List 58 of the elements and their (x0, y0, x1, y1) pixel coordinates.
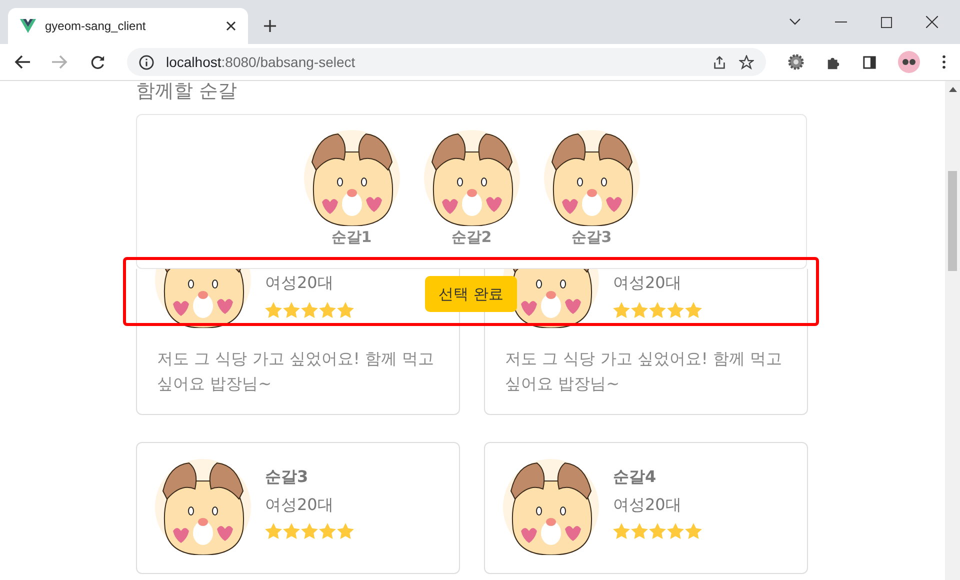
age-group-text: 여성20대 (613, 273, 682, 293)
comment-text: 저도 그 식당 가고 싶었어요! 함께 먹고 싶어요 밥장님~ (157, 348, 435, 395)
chevron-down-icon[interactable] (789, 18, 801, 26)
star-icon (301, 302, 318, 318)
url-text: localhost:8080/babsang-select (166, 54, 356, 70)
section-title: 함께할 순갈 (136, 81, 238, 104)
star-icon (319, 302, 336, 318)
star-icon (649, 523, 666, 539)
star-icon (631, 523, 648, 539)
star-icon (265, 523, 282, 539)
browser-tab[interactable]: gyeom-sang_client (8, 8, 248, 44)
gear-icon[interactable] (788, 54, 804, 70)
close-icon[interactable] (226, 21, 236, 31)
minimize-icon[interactable] (835, 21, 847, 23)
share-icon[interactable] (712, 54, 727, 70)
profile-avatar-icon[interactable] (898, 51, 920, 73)
address-bar[interactable]: localhost:8080/babsang-select (127, 48, 766, 76)
star-icon (613, 523, 630, 539)
info-icon[interactable] (139, 54, 154, 70)
scroll-up-icon[interactable] (948, 87, 956, 92)
star-icon (667, 523, 684, 539)
star-icon (301, 523, 318, 539)
star-icon (613, 302, 630, 318)
v-logo-icon (20, 19, 36, 33)
tab-title: gyeom-sang_client (45, 19, 147, 33)
scrollbar[interactable] (945, 81, 960, 580)
star-icon (685, 523, 702, 539)
back-arrow-icon[interactable] (14, 55, 30, 69)
member-card[interactable]: 순갈4 여성20대 (484, 442, 808, 574)
star-icon (649, 302, 666, 318)
star-icon (283, 523, 300, 539)
side-panel-icon[interactable] (863, 56, 876, 68)
age-group-text: 여성20대 (265, 494, 334, 516)
star-icon (337, 302, 354, 318)
comment-text: 저도 그 식당 가고 싶었어요! 함께 먹고 싶어요 밥장님~ (505, 348, 783, 395)
plus-icon[interactable] (264, 20, 276, 32)
member-card[interactable]: 순갈3 여성20대 (136, 442, 460, 574)
star-icon (631, 302, 648, 318)
reload-icon[interactable] (90, 54, 105, 70)
age-group-text: 여성20대 (613, 494, 682, 516)
member-name: 순갈1 (331, 228, 372, 247)
star-icon (685, 302, 702, 318)
member-name: 순갈2 (451, 228, 492, 247)
menu-dots-icon[interactable] (942, 55, 946, 69)
star-icon (337, 523, 354, 539)
star-icon (667, 302, 684, 318)
close-icon[interactable] (926, 16, 938, 28)
age-group-text: 여성20대 (265, 273, 334, 293)
member-name: 순갈4 (613, 466, 656, 488)
star-icon (265, 302, 282, 318)
confirm-button[interactable]: 선택 완료 (425, 276, 517, 312)
member-name: 순갈3 (571, 228, 612, 247)
member-name: 순갈3 (265, 466, 308, 488)
star-icon (283, 302, 300, 318)
scrollbar-thumb[interactable] (948, 171, 957, 271)
star-icon (319, 523, 336, 539)
star-icon[interactable] (739, 54, 754, 70)
maximize-icon[interactable] (881, 16, 892, 28)
